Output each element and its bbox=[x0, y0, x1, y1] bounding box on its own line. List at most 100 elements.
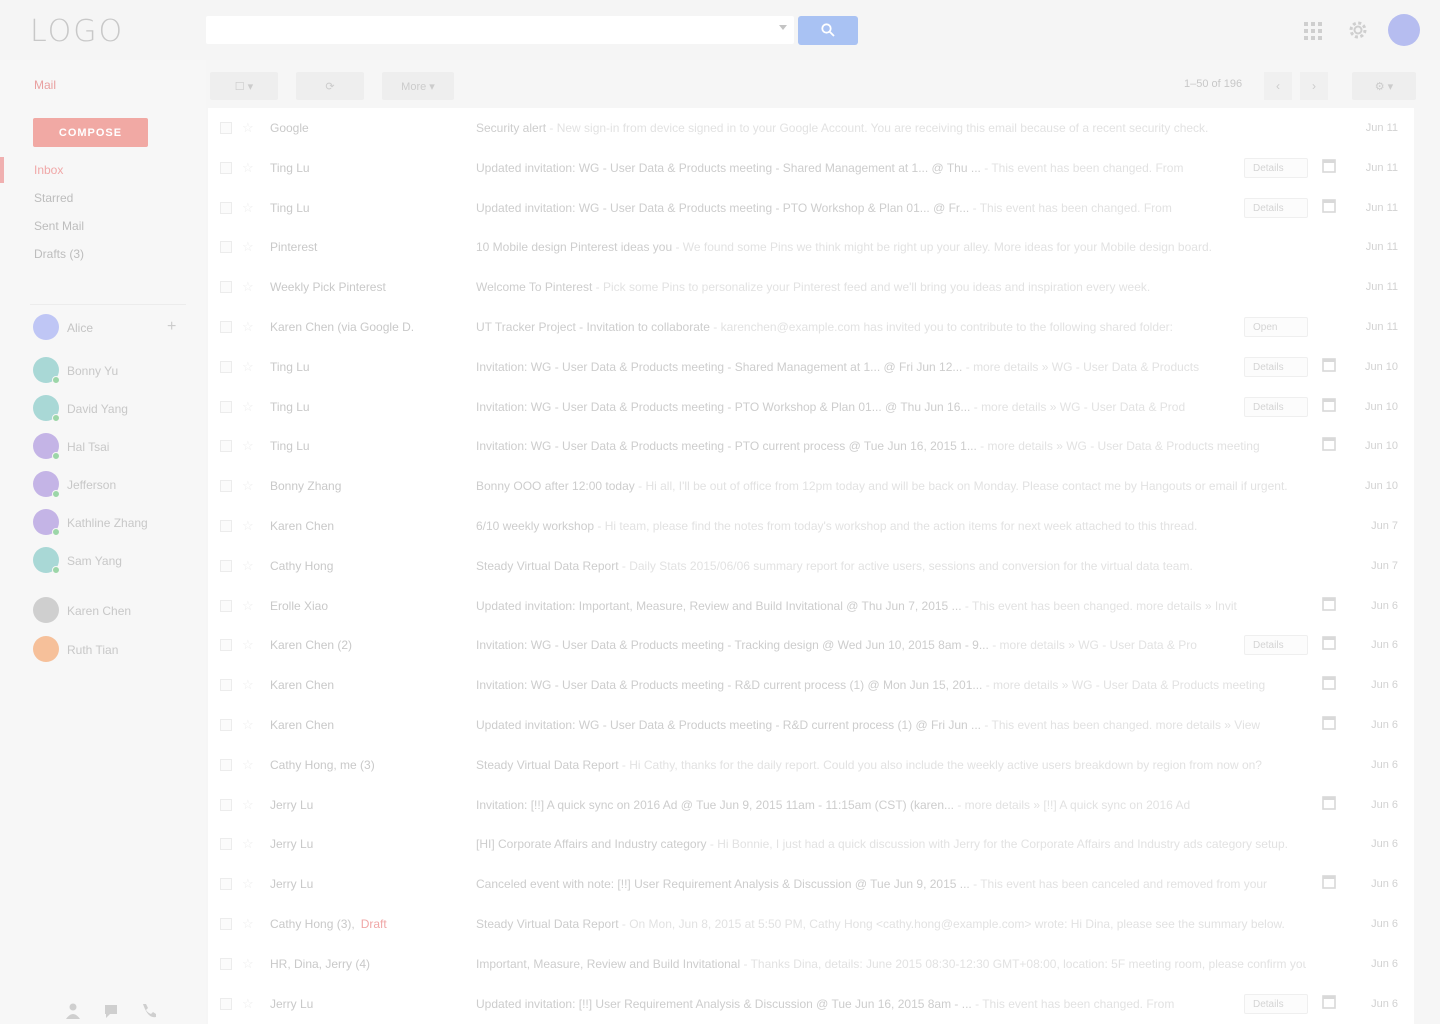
sidebar-item-starred[interactable]: Starred bbox=[34, 191, 73, 205]
phone-icon[interactable] bbox=[140, 1002, 158, 1020]
contact-item[interactable]: David Yang bbox=[33, 395, 183, 423]
star-icon[interactable]: ☆ bbox=[242, 598, 254, 614]
email-row[interactable]: ☆ Ting Lu Invitation: WG - User Data & Pro… bbox=[208, 387, 1414, 427]
row-checkbox[interactable] bbox=[220, 957, 232, 970]
email-row[interactable]: ☆ Jerry Lu [HI] Corporate Affairs and Indu… bbox=[208, 824, 1414, 864]
previous-page-button[interactable]: ‹ bbox=[1264, 72, 1292, 100]
star-icon[interactable]: ☆ bbox=[242, 836, 254, 852]
star-icon[interactable]: ☆ bbox=[242, 399, 254, 415]
email-row[interactable]: ☆ Jerry Lu Updated invitation: [!!] User R… bbox=[208, 984, 1414, 1024]
row-checkbox[interactable] bbox=[220, 997, 232, 1010]
row-checkbox[interactable] bbox=[220, 201, 232, 214]
row-checkbox[interactable] bbox=[220, 719, 232, 731]
settings-dropdown[interactable]: ⚙ ▾ bbox=[1352, 72, 1416, 100]
row-checkbox[interactable] bbox=[220, 360, 232, 373]
sidebar-item-inbox[interactable]: Inbox bbox=[34, 163, 63, 177]
contact-item[interactable]: Karen Chen bbox=[33, 597, 183, 625]
email-row[interactable]: ☆ Ting Lu Updated invitation: WG - User Da… bbox=[208, 148, 1414, 188]
star-icon[interactable]: ☆ bbox=[242, 200, 254, 216]
row-checkbox[interactable] bbox=[220, 559, 232, 572]
star-icon[interactable]: ☆ bbox=[242, 478, 254, 494]
refresh-button[interactable]: ⟳ bbox=[296, 72, 364, 100]
row-checkbox[interactable] bbox=[220, 440, 232, 453]
chat-bubble-icon[interactable] bbox=[102, 1002, 120, 1020]
row-checkbox[interactable] bbox=[220, 679, 232, 692]
contact-item[interactable]: Ruth Tian bbox=[33, 636, 183, 664]
star-icon[interactable]: ☆ bbox=[242, 797, 254, 813]
email-row[interactable]: ☆ Karen Chen 6/10 weekly workshop - Hi tea… bbox=[208, 506, 1414, 546]
row-checkbox[interactable] bbox=[220, 758, 232, 771]
email-row[interactable]: ☆ HR, Dina, Jerry (4) Important, Measure, … bbox=[208, 944, 1414, 984]
event-details-chip[interactable]: Details bbox=[1244, 396, 1308, 417]
add-contact-icon[interactable]: + bbox=[167, 318, 176, 336]
row-checkbox[interactable] bbox=[220, 321, 232, 333]
email-row[interactable]: ☆ Jerry Lu Canceled event with note: [!!] … bbox=[208, 864, 1414, 904]
email-row[interactable]: ☆ Ting Lu Invitation: WG - User Data & Pro… bbox=[208, 347, 1414, 387]
star-icon[interactable]: ☆ bbox=[242, 359, 254, 375]
event-details-chip[interactable]: Details bbox=[1244, 197, 1308, 218]
contact-item[interactable]: Hal Tsai bbox=[33, 433, 183, 461]
email-row[interactable]: ☆ Cathy Hong (3), Draft Steady Virtual Data… bbox=[208, 904, 1414, 944]
email-row[interactable]: ☆ Karen Chen (2) Invitation: WG - User Dat… bbox=[208, 625, 1414, 665]
row-checkbox[interactable] bbox=[220, 798, 232, 811]
star-icon[interactable]: ☆ bbox=[242, 239, 254, 255]
star-icon[interactable]: ☆ bbox=[242, 438, 254, 454]
email-row[interactable]: ☆ Cathy Hong, me (3) Steady Virtual Data R… bbox=[208, 745, 1414, 785]
event-details-chip[interactable]: Details bbox=[1244, 993, 1308, 1014]
row-checkbox[interactable] bbox=[220, 918, 232, 930]
email-row[interactable]: ☆ Cathy Hong Steady Virtual Data Report - … bbox=[208, 546, 1414, 586]
email-row[interactable]: ☆ Jerry Lu Invitation: [!!] A quick sync o… bbox=[208, 785, 1414, 825]
star-icon[interactable]: ☆ bbox=[242, 279, 254, 295]
email-row[interactable]: ☆ Erolle Xiao Updated invitation: Importan… bbox=[208, 586, 1414, 626]
star-icon[interactable]: ☆ bbox=[242, 876, 254, 892]
email-row[interactable]: ☆ Weekly Pick Pinterest Welcome To Pintere… bbox=[208, 267, 1414, 307]
contact-item[interactable]: Bonny Yu bbox=[33, 357, 183, 385]
row-checkbox[interactable] bbox=[220, 241, 232, 254]
email-row[interactable]: ☆ Pinterest 10 Mobile design Pinterest ide… bbox=[208, 227, 1414, 267]
star-icon[interactable]: ☆ bbox=[242, 120, 254, 136]
email-row[interactable]: ☆ Google Security alert - New sign-in from… bbox=[208, 108, 1414, 148]
person-icon[interactable] bbox=[64, 1002, 82, 1020]
email-row[interactable]: ☆ Karen Chen (via Google D. UT Tracker Pro… bbox=[208, 307, 1414, 347]
apps-grid-icon[interactable] bbox=[1304, 22, 1322, 40]
email-row[interactable]: ☆ Bonny Zhang Bonny OOO after 12:00 today … bbox=[208, 466, 1414, 506]
logo[interactable]: LOGO bbox=[30, 14, 124, 49]
star-icon[interactable]: ☆ bbox=[242, 637, 254, 653]
event-details-chip[interactable]: Details bbox=[1244, 157, 1308, 178]
star-icon[interactable]: ☆ bbox=[242, 956, 254, 972]
event-details-chip[interactable]: Open bbox=[1244, 317, 1308, 337]
search-options-caret-icon[interactable] bbox=[779, 25, 787, 30]
contact-item[interactable]: Kathline Zhang bbox=[33, 509, 183, 537]
compose-button[interactable]: COMPOSE bbox=[33, 118, 148, 147]
row-checkbox[interactable] bbox=[220, 122, 232, 134]
email-row[interactable]: ☆ Karen Chen Updated invitation: WG - User… bbox=[208, 705, 1414, 745]
search-input[interactable] bbox=[206, 16, 794, 44]
event-details-chip[interactable]: Details bbox=[1244, 635, 1308, 656]
row-checkbox[interactable] bbox=[220, 520, 232, 532]
row-checkbox[interactable] bbox=[220, 281, 232, 294]
contact-item[interactable]: Sam Yang bbox=[33, 547, 183, 575]
star-icon[interactable]: ☆ bbox=[242, 996, 254, 1012]
row-checkbox[interactable] bbox=[220, 480, 232, 493]
sidebar-item-drafts[interactable]: Drafts (3) bbox=[34, 247, 84, 261]
email-row[interactable]: ☆ Ting Lu Invitation: WG - User Data & Pro… bbox=[208, 426, 1414, 466]
star-icon[interactable]: ☆ bbox=[242, 319, 254, 335]
chat-self-status[interactable]: Alice + bbox=[33, 314, 183, 342]
star-icon[interactable]: ☆ bbox=[242, 160, 254, 176]
sidebar-item-sent[interactable]: Sent Mail bbox=[34, 219, 84, 233]
row-checkbox[interactable] bbox=[220, 639, 232, 652]
next-page-button[interactable]: › bbox=[1300, 72, 1328, 100]
contact-item[interactable]: Jefferson bbox=[33, 471, 183, 499]
email-row[interactable]: ☆ Ting Lu Updated invitation: WG - User Da… bbox=[208, 188, 1414, 228]
event-details-chip[interactable]: Details bbox=[1244, 356, 1308, 377]
search-button[interactable] bbox=[798, 16, 858, 45]
row-checkbox[interactable] bbox=[220, 838, 232, 851]
star-icon[interactable]: ☆ bbox=[242, 717, 254, 733]
more-actions-dropdown[interactable]: More ▾ bbox=[382, 72, 454, 100]
select-all-dropdown[interactable]: ☐ ▾ bbox=[210, 72, 278, 100]
star-icon[interactable]: ☆ bbox=[242, 757, 254, 773]
row-checkbox[interactable] bbox=[220, 400, 232, 413]
email-row[interactable]: ☆ Karen Chen Invitation: WG - User Data & … bbox=[208, 665, 1414, 705]
star-icon[interactable]: ☆ bbox=[242, 558, 254, 574]
star-icon[interactable]: ☆ bbox=[242, 916, 254, 932]
